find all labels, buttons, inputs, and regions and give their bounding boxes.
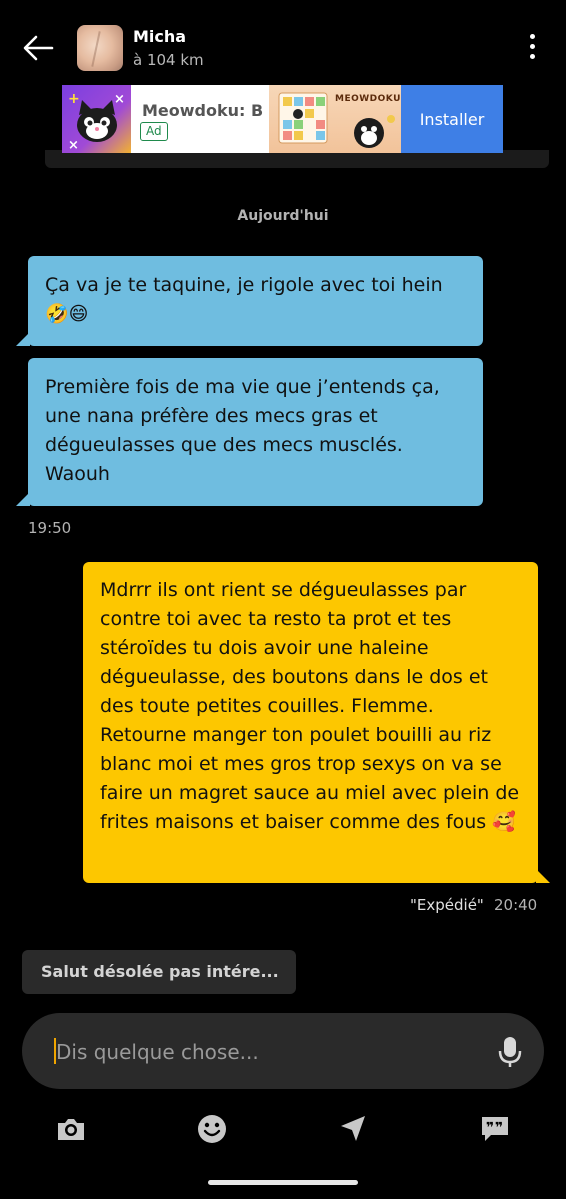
delivery-status: "Expédié"	[410, 896, 484, 914]
install-button[interactable]: Installer	[401, 85, 503, 153]
ad-banner-logo: MEOWDOKU	[335, 94, 401, 104]
home-indicator[interactable]	[208, 1180, 358, 1185]
outgoing-message[interactable]: Mdrrr ils ont rient se dégueulasses par …	[83, 562, 538, 883]
incoming-message[interactable]: Première fois de ma vie que j’entends ça…	[28, 358, 483, 506]
ad-promo-image: MEOWDOKU	[269, 85, 401, 153]
message-timestamp: 20:40	[494, 896, 538, 914]
more-dot-icon	[530, 34, 535, 39]
quick-reply-icon: ❞ ❞	[482, 1117, 508, 1141]
more-dot-icon	[530, 54, 535, 59]
message-input[interactable]	[56, 1036, 486, 1068]
date-separator: Aujourd'hui	[237, 208, 329, 224]
message-timestamp: 19:50	[28, 519, 72, 537]
avatar[interactable]	[77, 25, 123, 71]
ad-title: Meowdoku: Brain	[142, 101, 264, 120]
back-arrow-icon	[23, 35, 54, 61]
emoji-button[interactable]	[196, 1113, 228, 1145]
message-preview[interactable]: Salut désolée pas intére...	[22, 950, 296, 994]
bubble-tail	[536, 869, 550, 883]
microphone-icon	[498, 1037, 522, 1067]
camera-icon	[58, 1119, 84, 1140]
quick-reply-button[interactable]: ❞ ❞	[479, 1113, 511, 1145]
camera-button[interactable]	[55, 1113, 87, 1145]
contact-name[interactable]: Micha	[133, 27, 186, 46]
svg-text:×: ×	[68, 138, 79, 153]
svg-text:×: ×	[114, 92, 125, 107]
microphone-button[interactable]	[496, 1035, 524, 1069]
meowdoku-app-icon: + × ×	[62, 85, 131, 153]
contact-distance: à 104 km	[133, 51, 204, 69]
ad-badge: Ad	[140, 122, 168, 141]
svg-text:❞: ❞	[486, 1120, 494, 1136]
send-location-button[interactable]	[337, 1113, 369, 1145]
smiley-icon	[198, 1115, 226, 1143]
svg-text:❞: ❞	[495, 1120, 503, 1136]
ad-banner[interactable]: + × × Meowdoku: Brain Ad MEOWDOKU Instal…	[62, 85, 503, 153]
back-button[interactable]	[18, 28, 58, 68]
svg-text:+: +	[68, 91, 80, 107]
more-options-button[interactable]	[518, 32, 546, 62]
incoming-message[interactable]: Ça va je te taquine, je rigole avec toi …	[28, 256, 483, 346]
more-dot-icon	[530, 44, 535, 49]
location-icon	[341, 1116, 365, 1141]
